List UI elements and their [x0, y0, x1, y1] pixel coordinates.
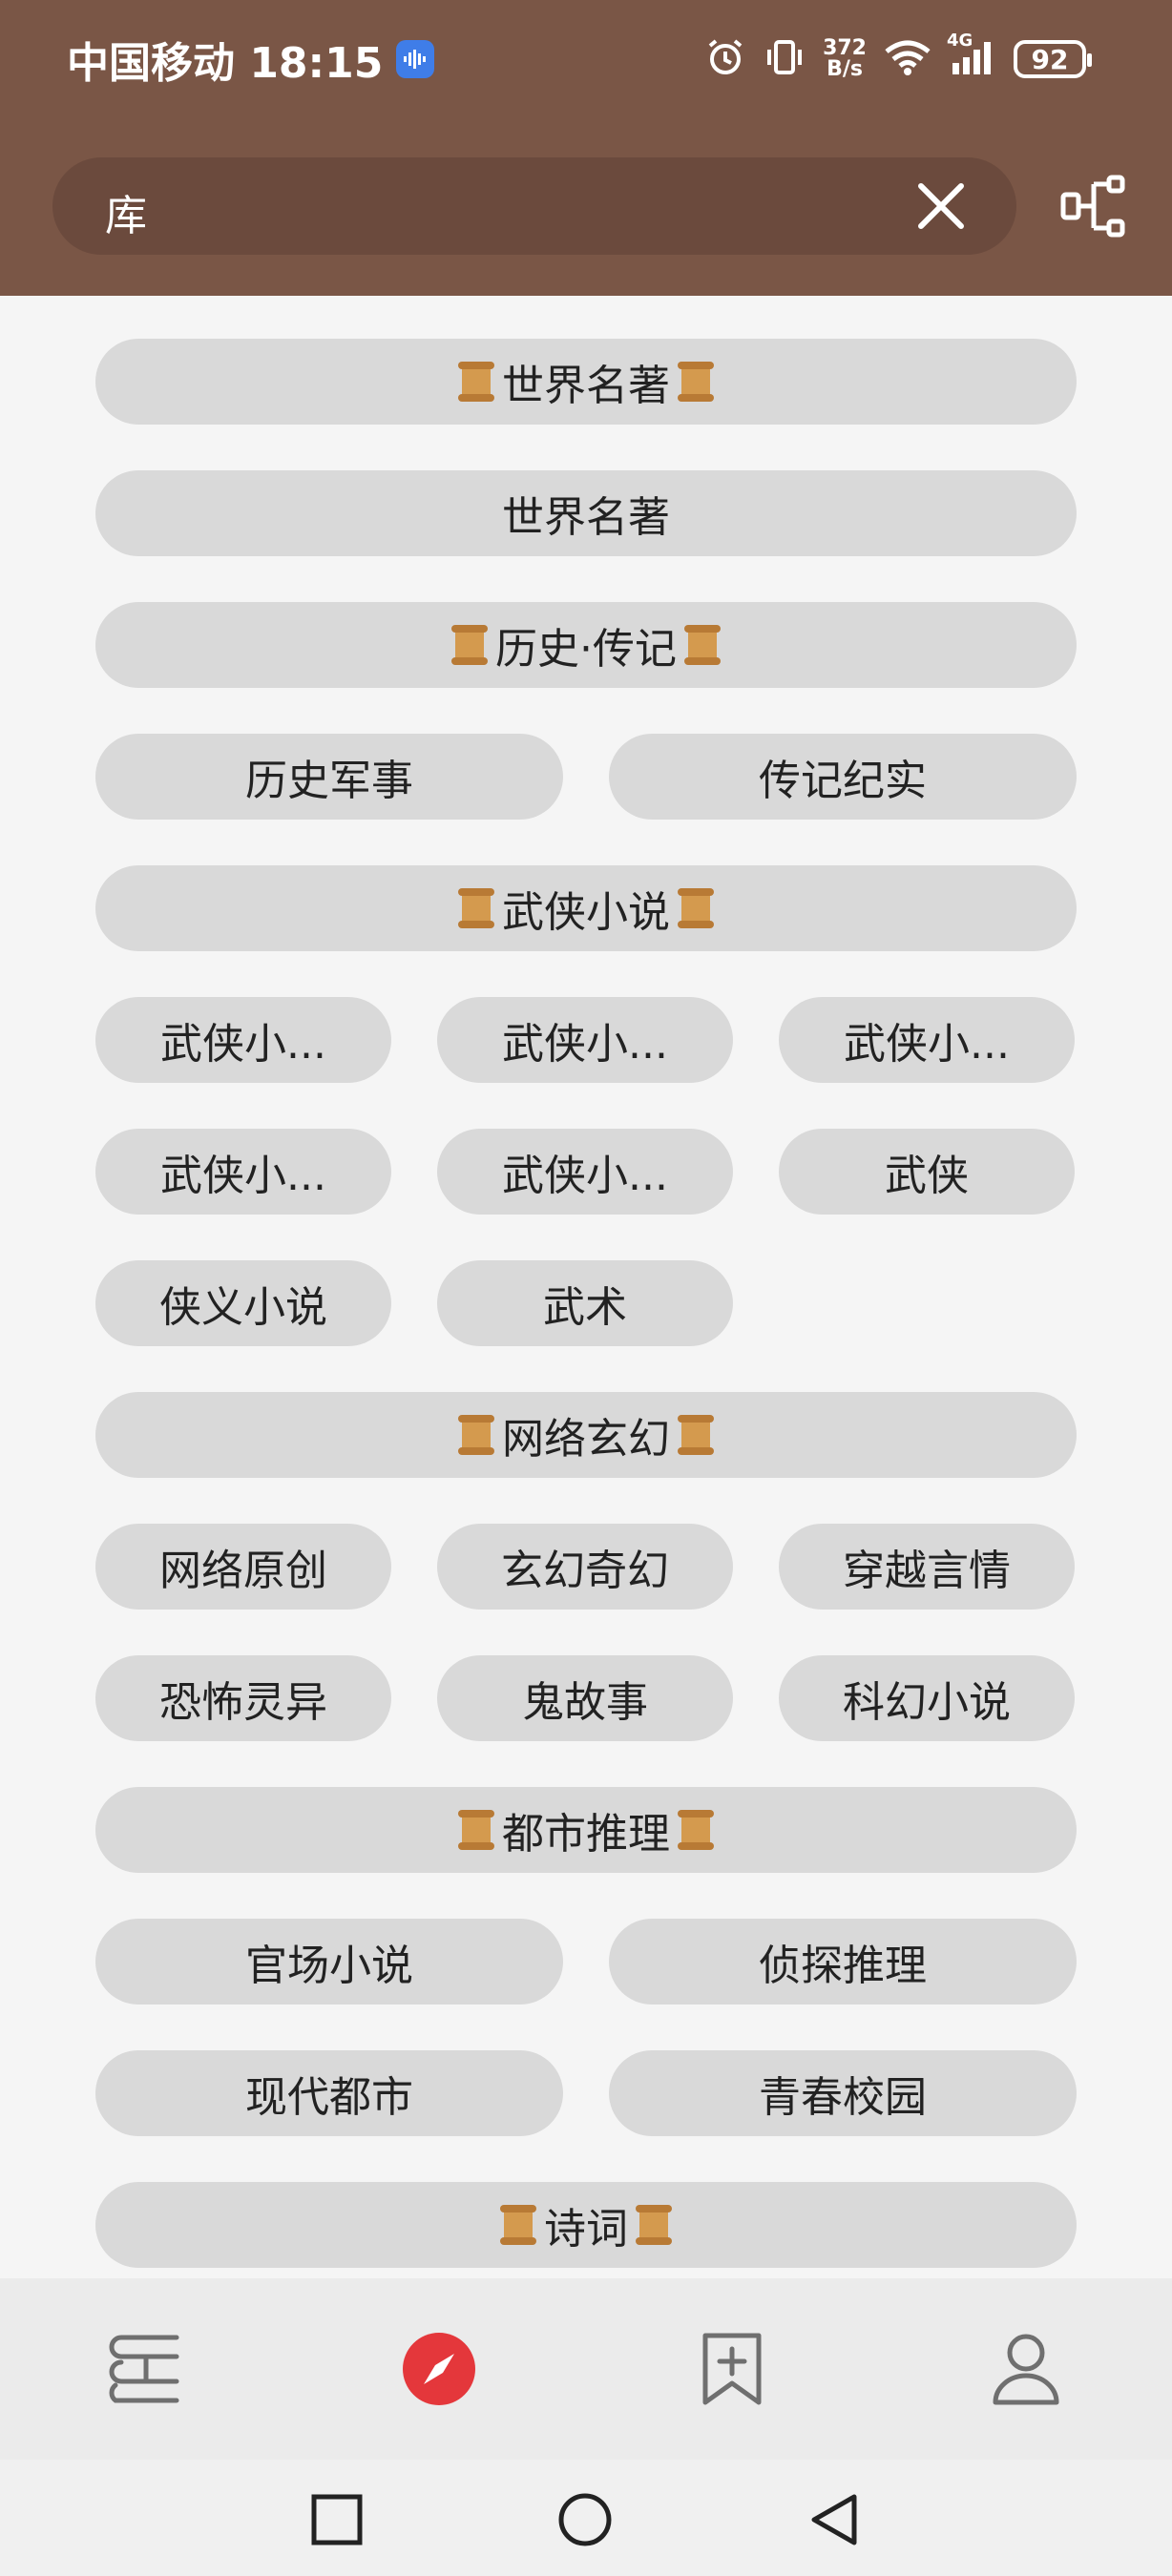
net-speed-unit: B/s [827, 57, 863, 81]
net-speed-value: 372 [823, 36, 867, 60]
category-chip[interactable]: 青春校园 [609, 2050, 1077, 2136]
category-chip[interactable]: 网络原创 [95, 1524, 391, 1610]
scroll-icon [454, 1806, 498, 1854]
section-title: 世界名著 [502, 362, 670, 410]
scroll-icon [680, 621, 724, 669]
category-chip[interactable]: 武侠小... [779, 997, 1075, 1083]
section-title: 历史·传记 [495, 625, 677, 674]
scroll-icon [454, 884, 498, 932]
section-title: 网络玄幻 [502, 1415, 670, 1464]
home-icon[interactable] [552, 2486, 618, 2553]
section-title: 武侠小说 [502, 888, 670, 937]
category-chip[interactable]: 科幻小说 [779, 1655, 1075, 1741]
scroll-icon [448, 621, 492, 669]
category-chip[interactable]: 现代都市 [95, 2050, 563, 2136]
category-chip[interactable]: 世界名著 [95, 470, 1077, 556]
section-header-poetry[interactable]: 诗词 [95, 2182, 1077, 2268]
bookmark-add-icon[interactable] [689, 2326, 775, 2412]
section-header-history[interactable]: 历史·传记 [95, 602, 1077, 688]
profile-icon[interactable] [983, 2326, 1069, 2412]
carrier-time: 中国移动 18:15 [67, 39, 384, 88]
section-header-wuxia[interactable]: 武侠小说 [95, 865, 1077, 951]
scroll-icon [674, 1411, 718, 1459]
wifi-icon [884, 38, 931, 80]
category-chip[interactable]: 鬼故事 [437, 1655, 733, 1741]
scroll-icon [496, 2201, 540, 2249]
vibrate-icon [764, 36, 806, 82]
category-chip[interactable]: 传记纪实 [609, 734, 1077, 820]
share-icon[interactable] [1059, 172, 1128, 240]
category-chip[interactable]: 武侠 [779, 1129, 1075, 1215]
category-chip[interactable]: 官场小说 [95, 1919, 563, 2005]
network-type: 4G [947, 31, 973, 51]
system-navigation [0, 2460, 1172, 2576]
category-chip[interactable]: 恐怖灵异 [95, 1655, 391, 1741]
category-chip[interactable]: 侠义小说 [95, 1260, 391, 1346]
bookshelf-icon[interactable] [103, 2326, 189, 2412]
section-header-dushi[interactable]: 都市推理 [95, 1787, 1077, 1873]
status-bar: 中国移动 18:15 372 B/s 4G 92 [0, 0, 1172, 114]
category-chip[interactable]: 武术 [437, 1260, 733, 1346]
voice-assistant-icon [396, 40, 435, 78]
scroll-icon [674, 884, 718, 932]
signal-icon: 4G [947, 31, 996, 80]
section-title: 诗词 [544, 2205, 628, 2254]
category-chip[interactable]: 侦探推理 [609, 1919, 1077, 2005]
section-header-xuanhuan[interactable]: 网络玄幻 [95, 1392, 1077, 1478]
battery-level: 92 [1031, 43, 1069, 75]
category-chip[interactable]: 历史军事 [95, 734, 563, 820]
status-left: 中国移动 18:15 [67, 34, 435, 88]
battery-indicator: 92 [1014, 40, 1092, 78]
scroll-icon [674, 1806, 718, 1854]
category-chip[interactable]: 武侠小... [95, 997, 391, 1083]
scroll-icon [454, 358, 498, 405]
net-speed: 372 B/s [823, 38, 867, 80]
scroll-icon [632, 2201, 676, 2249]
scroll-icon [674, 358, 718, 405]
search-box[interactable]: 库 [52, 157, 1016, 255]
compass-icon[interactable] [396, 2326, 482, 2412]
section-header-world[interactable]: 世界名著 [95, 339, 1077, 425]
top-header: 中国移动 18:15 372 B/s 4G 92 库 [0, 0, 1172, 296]
bottom-navigation [0, 2278, 1172, 2460]
recent-apps-icon[interactable] [303, 2486, 370, 2553]
category-list: 世界名著 世界名著 历史·传记 历史军事 传记纪实 武侠小说 武侠小... 武侠… [95, 339, 1077, 2314]
alarm-icon [704, 36, 746, 82]
category-chip[interactable]: 穿越言情 [779, 1524, 1075, 1610]
category-chip[interactable]: 玄幻奇幻 [437, 1524, 733, 1610]
section-title: 都市推理 [502, 1810, 670, 1859]
category-chip[interactable]: 武侠小... [437, 997, 733, 1083]
scroll-icon [454, 1411, 498, 1459]
clear-search-button[interactable] [913, 178, 969, 234]
search-input[interactable]: 库 [105, 181, 147, 242]
category-chip[interactable]: 武侠小... [437, 1129, 733, 1215]
back-icon[interactable] [800, 2486, 867, 2553]
category-chip[interactable]: 武侠小... [95, 1129, 391, 1215]
status-right: 372 B/s 4G 92 [704, 31, 1092, 86]
